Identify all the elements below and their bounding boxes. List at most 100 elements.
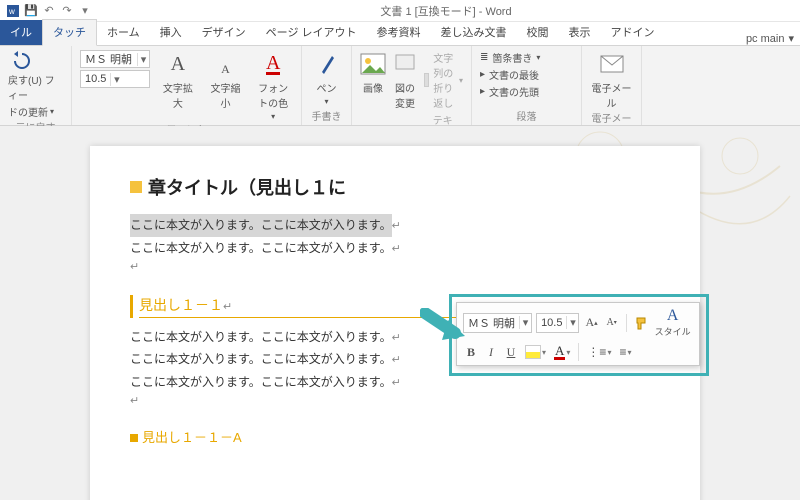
ribbon: 戻す(U) フィー ドの更新▾ 元に戻す ＭＳ 明朝▾ 10.5▾ A文字拡大 … bbox=[0, 46, 800, 126]
bold-button[interactable]: B bbox=[463, 342, 479, 362]
shrink-font-icon[interactable]: A▾ bbox=[604, 313, 620, 333]
paragraph-mark-icon: ↵ bbox=[392, 354, 401, 366]
doc-end-button[interactable]: ▸ 文書の最後 bbox=[480, 67, 540, 82]
undo-icon[interactable]: ↶ bbox=[42, 4, 56, 18]
group-mail: 電子メール 電子メール bbox=[582, 46, 642, 125]
mini-size-combo[interactable]: 10.5▾ bbox=[536, 313, 579, 333]
group-font: ＭＳ 明朝▾ 10.5▾ A文字拡大 A文字縮小 Aフォントの色▾ フォント bbox=[72, 46, 302, 125]
picture-label: 画像 bbox=[363, 80, 383, 95]
font-color-label: フォントの色 bbox=[253, 80, 293, 110]
svg-text:w: w bbox=[8, 7, 15, 16]
tab-view[interactable]: 表示 bbox=[559, 20, 601, 45]
bullets-icon: ≣ bbox=[480, 52, 488, 63]
group-label-paragraph: 段落 bbox=[480, 108, 573, 125]
save-icon[interactable]: 💾 bbox=[24, 4, 38, 18]
tab-page-layout[interactable]: ページ レイアウト bbox=[256, 20, 367, 45]
body-line[interactable]: ここに本文が入ります。ここに本文が入ります。 bbox=[130, 352, 392, 366]
chevron-down-icon[interactable]: ▾ bbox=[137, 53, 149, 66]
tab-design[interactable]: デザイン bbox=[192, 20, 256, 45]
email-label: 電子メール bbox=[590, 80, 633, 110]
grow-font-button[interactable]: A文字拡大 bbox=[158, 50, 198, 110]
bullets-label: 箇条書き bbox=[492, 50, 532, 65]
doc-end-icon: ▸ bbox=[480, 69, 485, 80]
heading-bullet-icon bbox=[130, 181, 142, 193]
font-color-icon: A bbox=[554, 345, 565, 360]
font-name-combo[interactable]: ＭＳ 明朝▾ bbox=[80, 50, 150, 68]
grow-font-label: 文字拡大 bbox=[158, 80, 198, 110]
font-size-value: 10.5 bbox=[81, 73, 110, 85]
chevron-down-icon[interactable]: ▾ bbox=[519, 316, 531, 329]
doc-end-label: 文書の最後 bbox=[489, 67, 539, 82]
account-dropdown-icon[interactable]: ▾ bbox=[788, 32, 794, 45]
pen-label: ペン bbox=[317, 80, 337, 95]
font-color-button[interactable]: A▾ bbox=[552, 342, 572, 362]
tab-mailings[interactable]: 差し込み文書 bbox=[431, 20, 517, 45]
mini-toolbar: ＭＳ 明朝▾ 10.5▾ A▴ A▾ Aスタイル B I U ▾ A▾ ⋮≡▾ … bbox=[456, 302, 700, 366]
pen-button[interactable]: ペン▾ bbox=[310, 50, 343, 106]
doc-start-button[interactable]: ▸ 文書の先頭 bbox=[480, 84, 540, 99]
undo-label-line1: 戻す(U) フィー bbox=[8, 72, 63, 102]
body-line[interactable]: ここに本文が入ります。ここに本文が入ります。 bbox=[130, 241, 392, 255]
paragraph-mark-icon: ↵ bbox=[130, 394, 660, 407]
group-label-ink: 手書き bbox=[310, 108, 343, 125]
mini-font-combo[interactable]: ＭＳ 明朝▾ bbox=[463, 313, 532, 333]
font-name-value: ＭＳ 明朝 bbox=[81, 51, 137, 67]
paragraph-mark-icon: ↵ bbox=[392, 220, 401, 232]
paragraph-mark-icon: ↵ bbox=[392, 243, 401, 255]
font-color-button[interactable]: Aフォントの色▾ bbox=[253, 50, 293, 121]
wrap-icon bbox=[424, 73, 429, 87]
grow-font-icon[interactable]: A▴ bbox=[583, 313, 599, 333]
chevron-down-icon[interactable]: ▾ bbox=[110, 73, 122, 86]
account-area[interactable]: pc main ▾ bbox=[746, 32, 800, 45]
tab-insert[interactable]: 挿入 bbox=[150, 20, 192, 45]
tab-file[interactable]: イル bbox=[0, 20, 42, 45]
group-ink: ペン▾ 手書き bbox=[302, 46, 352, 125]
doc-start-label: 文書の先頭 bbox=[489, 84, 539, 99]
mini-font-value: ＭＳ 明朝 bbox=[464, 315, 519, 331]
styles-label: スタイル bbox=[655, 325, 691, 338]
word-app-icon[interactable]: w bbox=[6, 4, 20, 18]
shrink-font-button[interactable]: A文字縮小 bbox=[206, 50, 246, 110]
change-picture-label: 図の変更 bbox=[394, 80, 416, 110]
numbering-icon[interactable]: ≡▾ bbox=[617, 342, 633, 362]
underline-button[interactable]: U bbox=[503, 342, 519, 362]
insert-picture-button[interactable]: 画像 bbox=[360, 50, 386, 95]
heading-2-text: 見出し１－１ bbox=[139, 297, 223, 313]
format-painter-icon[interactable] bbox=[633, 313, 651, 333]
redo-icon[interactable]: ↷ bbox=[60, 4, 74, 18]
heading-1[interactable]: 章タイトル（見出し１に bbox=[130, 174, 660, 200]
qat-dropdown-icon[interactable]: ▾ bbox=[78, 4, 92, 18]
bullets-button[interactable]: ≣箇条書き▾ bbox=[480, 50, 540, 65]
paragraph-mark-icon: ↵ bbox=[392, 332, 401, 344]
font-size-combo[interactable]: 10.5▾ bbox=[80, 70, 150, 88]
italic-button[interactable]: I bbox=[483, 342, 499, 362]
email-button[interactable]: 電子メール bbox=[590, 50, 633, 110]
paragraph-mark-icon: ↵ bbox=[392, 377, 401, 389]
group-paragraph: ≣箇条書き▾ ▸文書の最後 ▸文書の先頭 段落 bbox=[472, 46, 582, 125]
highlight-button[interactable]: ▾ bbox=[523, 342, 548, 362]
document-area[interactable]: 章タイトル（見出し１に ここに本文が入ります。ここに本文が入ります。↵ ここに本… bbox=[0, 126, 800, 500]
tab-addin[interactable]: アドイン bbox=[601, 20, 665, 45]
chevron-down-icon[interactable]: ▾ bbox=[566, 316, 578, 329]
doc-start-icon: ▸ bbox=[480, 86, 485, 97]
heading-3[interactable]: 見出し１－１－A bbox=[130, 427, 660, 446]
tab-references[interactable]: 参考資料 bbox=[367, 20, 431, 45]
styles-button[interactable]: Aスタイル bbox=[655, 307, 691, 338]
undo-large-icon[interactable] bbox=[8, 50, 30, 70]
group-picture: 画像 図の変更 文字列の折り返し▾ テキストの前面へ移動▾ テキストの背面へ移動… bbox=[352, 46, 472, 125]
wrap-label: 文字列の折り返し bbox=[433, 50, 455, 110]
wrap-text-button[interactable]: 文字列の折り返し▾ bbox=[424, 50, 463, 110]
change-picture-button[interactable]: 図の変更 bbox=[394, 50, 416, 110]
tab-home[interactable]: ホーム bbox=[97, 20, 150, 45]
account-name: pc main bbox=[746, 33, 785, 45]
bullets-icon[interactable]: ⋮≡▾ bbox=[585, 342, 613, 362]
tab-touch[interactable]: タッチ bbox=[42, 19, 97, 46]
body-line[interactable]: ここに本文が入ります。ここに本文が入ります。 bbox=[130, 375, 392, 389]
heading-bullet-icon bbox=[130, 434, 138, 442]
body-line[interactable]: ここに本文が入ります。ここに本文が入ります。 bbox=[130, 330, 392, 344]
group-undo: 戻す(U) フィー ドの更新▾ 元に戻す bbox=[0, 46, 72, 125]
heading-3-text: 見出し１－１－A bbox=[142, 430, 242, 445]
body-line-selected[interactable]: ここに本文が入ります。ここに本文が入ります。 bbox=[130, 214, 392, 237]
tab-review[interactable]: 校閲 bbox=[517, 20, 559, 45]
shrink-font-label: 文字縮小 bbox=[206, 80, 246, 110]
